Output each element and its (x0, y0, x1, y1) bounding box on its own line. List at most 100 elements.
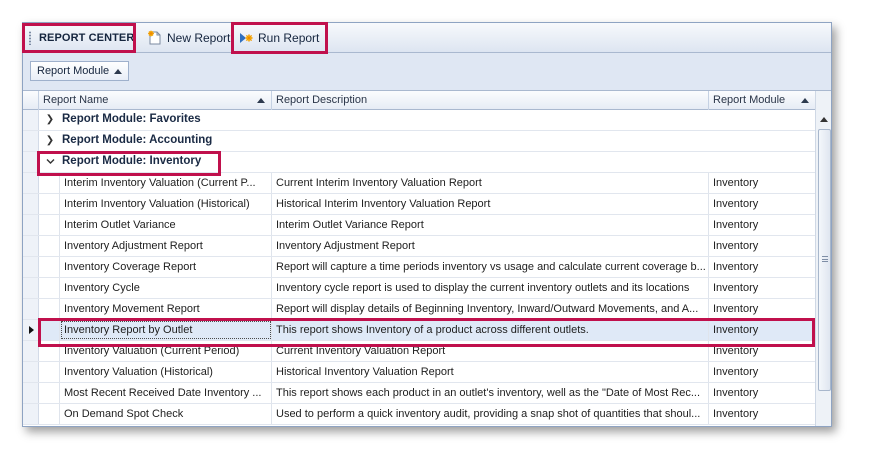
scroll-up-arrow-icon[interactable] (820, 117, 828, 122)
sort-ascending-icon (257, 98, 265, 103)
table-row[interactable]: Interim Outlet Variance Interim Outlet V… (23, 215, 815, 236)
new-report-button[interactable]: New Report (147, 28, 230, 48)
row-indent (39, 383, 60, 403)
table-row[interactable]: Inventory Valuation (Historical) Histori… (23, 362, 815, 383)
report-module-cell[interactable]: Inventory (709, 404, 815, 424)
table-row[interactable]: Inventory Adjustment Report Inventory Ad… (23, 236, 815, 257)
table-row[interactable]: Interim Inventory Valuation (Current P..… (23, 173, 815, 194)
report-module-cell[interactable]: Inventory (709, 320, 815, 340)
table-row[interactable]: Inventory Cycle Inventory cycle report i… (23, 278, 815, 299)
toolbar-grip[interactable] (29, 31, 31, 45)
report-description-cell[interactable]: Historical Interim Inventory Valuation R… (272, 194, 709, 214)
column-header-report-module[interactable]: Report Module (709, 91, 815, 110)
report-module-cell[interactable]: Inventory (709, 173, 815, 193)
row-indicator (23, 278, 39, 298)
report-module-cell[interactable]: Inventory (709, 383, 815, 403)
report-name-cell[interactable]: Inventory Adjustment Report (60, 236, 272, 256)
report-name-cell[interactable]: Inventory Coverage Report (60, 257, 272, 277)
report-description-cell[interactable]: This report shows Inventory of a product… (272, 320, 709, 340)
chevron-down-icon[interactable] (45, 155, 55, 167)
group-by-panel: Report Module (23, 53, 831, 91)
row-indent (39, 341, 60, 361)
row-indent (39, 320, 60, 340)
report-module-cell[interactable]: Inventory (709, 215, 815, 235)
run-report-button[interactable]: Run Report (238, 28, 319, 48)
row-indicator (23, 215, 39, 235)
run-report-label: Run Report (258, 31, 320, 45)
report-description-cell[interactable]: Historical Inventory Valuation Report (272, 362, 709, 382)
row-indent (39, 299, 60, 319)
scrollbar-thumb[interactable] (818, 129, 831, 391)
table-row[interactable]: Inventory Valuation (Current Period) Cur… (23, 341, 815, 362)
row-indicator (23, 341, 39, 361)
report-description-cell[interactable]: This report shows each product in an out… (272, 383, 709, 403)
group-label: Report Module: Accounting (62, 134, 213, 146)
report-description-cell[interactable]: Current Inventory Valuation Report (272, 341, 709, 361)
report-module-cell[interactable]: Inventory (709, 362, 815, 382)
row-indicator (23, 299, 39, 319)
toolbar: REPORT CENTER New Report Run Report (23, 23, 831, 53)
report-module-cell[interactable]: Inventory (709, 278, 815, 298)
row-indent (39, 257, 60, 277)
report-description-cell[interactable]: Report will display details of Beginning… (272, 299, 709, 319)
report-name-cell[interactable]: Inventory Report by Outlet (60, 320, 272, 340)
report-module-cell[interactable]: Inventory (709, 299, 815, 319)
group-label: Report Module: Favorites (62, 113, 201, 125)
grid-header: Report Name Report Description Report Mo… (23, 91, 815, 110)
report-name-cell[interactable]: Interim Inventory Valuation (Historical) (60, 194, 272, 214)
group-chip-label: Report Module (37, 65, 110, 77)
report-name-cell[interactable]: Interim Inventory Valuation (Current P..… (60, 173, 272, 193)
row-indicator (23, 194, 39, 214)
report-description-cell[interactable]: Used to perform a quick inventory audit,… (272, 404, 709, 424)
group-row-accounting[interactable]: ❯ Report Module: Accounting (23, 131, 815, 152)
table-row[interactable]: On Demand Spot Check Used to perform a q… (23, 404, 815, 425)
row-indent (39, 173, 60, 193)
report-module-cell[interactable]: Inventory (709, 236, 815, 256)
report-description-cell[interactable]: Interim Outlet Variance Report (272, 215, 709, 235)
row-indent (39, 278, 60, 298)
column-header-report-name[interactable]: Report Name (39, 91, 272, 110)
row-indicator (23, 404, 39, 424)
chevron-right-icon[interactable]: ❯ (45, 134, 55, 146)
current-row-indicator-icon (23, 320, 39, 340)
scrollbar-grip-icon (822, 256, 828, 262)
report-name-cell[interactable]: Inventory Valuation (Historical) (60, 362, 272, 382)
report-module-cell[interactable]: Inventory (709, 257, 815, 277)
report-description-cell[interactable]: Report will capture a time periods inven… (272, 257, 709, 277)
row-indent (39, 215, 60, 235)
run-icon (238, 30, 254, 46)
table-row[interactable]: Most Recent Received Date Inventory ... … (23, 383, 815, 404)
report-name-cell[interactable]: Most Recent Received Date Inventory ... (60, 383, 272, 403)
table-row[interactable]: Inventory Movement Report Report will di… (23, 299, 815, 320)
row-indicator (23, 362, 39, 382)
table-row[interactable]: Inventory Coverage Report Report will ca… (23, 257, 815, 278)
new-report-icon (147, 30, 163, 46)
column-header-label: Report Description (276, 94, 368, 106)
report-name-cell[interactable]: On Demand Spot Check (60, 404, 272, 424)
report-name-cell[interactable]: Inventory Cycle (60, 278, 272, 298)
row-indicator (23, 173, 39, 193)
row-indent (39, 194, 60, 214)
table-row-selected[interactable]: Inventory Report by Outlet This report s… (23, 320, 815, 341)
sort-ascending-icon (114, 68, 123, 74)
report-center-window: REPORT CENTER New Report Run Report Repo… (22, 22, 832, 427)
report-name-cell[interactable]: Inventory Valuation (Current Period) (60, 341, 272, 361)
report-description-cell[interactable]: Inventory cycle report is used to displa… (272, 278, 709, 298)
report-name-cell[interactable]: Inventory Movement Report (60, 299, 272, 319)
column-header-report-description[interactable]: Report Description (272, 91, 709, 110)
report-description-cell[interactable]: Inventory Adjustment Report (272, 236, 709, 256)
group-row-inventory[interactable]: Report Module: Inventory (23, 152, 815, 173)
report-module-cell[interactable]: Inventory (709, 341, 815, 361)
report-name-cell[interactable]: Interim Outlet Variance (60, 215, 272, 235)
report-description-cell[interactable]: Current Interim Inventory Valuation Repo… (272, 173, 709, 193)
group-chip-report-module[interactable]: Report Module (30, 61, 130, 81)
group-row-favorites[interactable]: ❯ Report Module: Favorites (23, 110, 815, 131)
table-row[interactable]: Interim Inventory Valuation (Historical)… (23, 194, 815, 215)
report-module-cell[interactable]: Inventory (709, 194, 815, 214)
header-indicator-cell (23, 91, 39, 110)
row-indicator (23, 236, 39, 256)
vertical-scrollbar[interactable] (815, 91, 831, 426)
report-grid-rows: ❯ Report Module: Favorites ❯ Report Modu… (23, 110, 815, 426)
row-indicator (23, 383, 39, 403)
chevron-right-icon[interactable]: ❯ (45, 113, 55, 125)
